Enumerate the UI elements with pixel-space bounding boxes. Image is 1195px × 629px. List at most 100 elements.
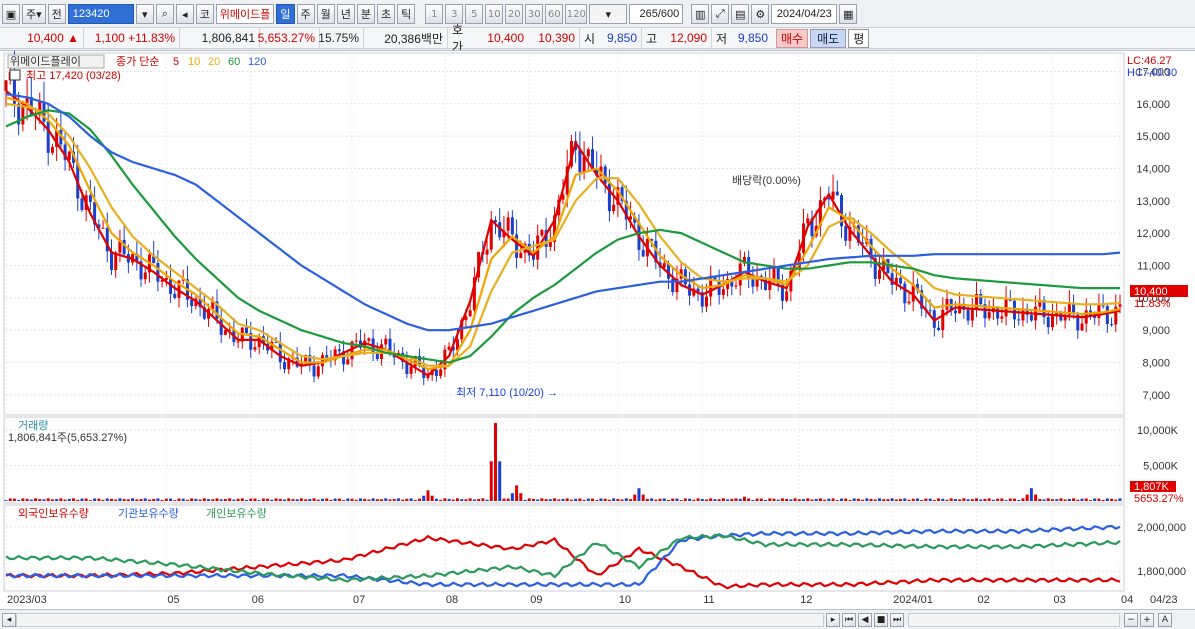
volume-bar bbox=[384, 498, 388, 501]
volume-bar bbox=[434, 498, 438, 501]
candle-body bbox=[409, 366, 413, 374]
volume-bar bbox=[654, 499, 658, 501]
legend-ma120: 120 bbox=[248, 56, 266, 68]
candle-body bbox=[937, 327, 941, 330]
period-tab-tick[interactable]: 틱 bbox=[397, 4, 416, 24]
volume-bar bbox=[291, 499, 295, 501]
candle-body bbox=[278, 342, 282, 363]
period-tab-year[interactable]: 년 bbox=[336, 4, 355, 24]
gear-icon[interactable]: ⚙ bbox=[751, 4, 770, 24]
zoom-slider[interactable] bbox=[908, 613, 1120, 627]
candle-icon[interactable]: ▥ bbox=[691, 4, 710, 24]
low-label: 저 bbox=[716, 31, 728, 46]
count-value: 265 bbox=[639, 8, 658, 20]
volume-bar bbox=[308, 499, 312, 501]
volume-bar bbox=[1080, 498, 1084, 501]
volume-bar bbox=[329, 499, 333, 501]
volume-bar bbox=[34, 498, 38, 501]
search-icon[interactable]: ⌕ bbox=[155, 4, 174, 24]
volume-bar bbox=[1063, 499, 1067, 501]
volume-bar bbox=[958, 499, 962, 501]
candle-body bbox=[173, 293, 177, 298]
period-tab-month[interactable]: 월 bbox=[316, 4, 335, 24]
stop-icon[interactable]: ■ bbox=[874, 613, 888, 627]
x-tick-label: 04 bbox=[1121, 594, 1133, 606]
fast-forward-icon[interactable]: ⏭ bbox=[890, 613, 904, 627]
period-tab-week[interactable]: 주 bbox=[296, 4, 315, 24]
period-tab-second[interactable]: 초 bbox=[377, 4, 396, 24]
volume-bar bbox=[477, 498, 481, 501]
calendar-icon[interactable]: ▦ bbox=[839, 4, 858, 24]
dropdown-icon[interactable]: ▾ bbox=[135, 4, 154, 24]
volume-bar bbox=[755, 498, 759, 501]
save-icon[interactable]: ▤ bbox=[731, 4, 750, 24]
candle-body bbox=[1110, 324, 1114, 326]
volume-bar bbox=[612, 498, 616, 501]
interval-60[interactable]: 60 bbox=[545, 4, 564, 24]
scroll-left-icon[interactable]: ◂ bbox=[2, 613, 16, 627]
sound-icon[interactable]: ◂ bbox=[175, 4, 194, 24]
volume-bar bbox=[1046, 498, 1050, 501]
interval-20[interactable]: 20 bbox=[505, 4, 524, 24]
candle-body bbox=[485, 249, 489, 255]
x-axis: 2023/03 05 06 07 08 09 10 11 12 2024/01 02 03 04 04/2… bbox=[7, 594, 1178, 606]
change-pct: +11.83% bbox=[128, 31, 175, 45]
candle-body bbox=[384, 338, 388, 345]
volume-bar bbox=[325, 498, 329, 501]
interval-10[interactable]: 10 bbox=[485, 4, 504, 24]
period-tab-day[interactable]: 일 bbox=[276, 4, 295, 24]
first-icon[interactable]: ⏮ bbox=[842, 613, 856, 627]
window-icon[interactable]: ▣ bbox=[2, 4, 20, 24]
time-scrollbar[interactable] bbox=[16, 613, 824, 627]
date-field[interactable]: 2024/04/23 bbox=[771, 4, 838, 24]
candle-body bbox=[899, 277, 903, 284]
volume-ratio: 5,653.27% bbox=[258, 28, 320, 48]
volume-bar bbox=[692, 499, 696, 501]
candle-body bbox=[375, 353, 379, 359]
volume-bar bbox=[190, 498, 194, 501]
eval-button[interactable]: 평 bbox=[848, 28, 870, 48]
buy-button[interactable]: 매수 bbox=[776, 28, 809, 48]
volume-bar bbox=[734, 498, 738, 501]
interval-1[interactable]: 1 bbox=[425, 4, 444, 24]
dividend-annotation: 배당락(0.00%) bbox=[732, 174, 801, 187]
x-tick-label: 03 bbox=[1053, 594, 1065, 606]
scroll-right-icon[interactable]: ▸ bbox=[826, 613, 840, 627]
volume-bar bbox=[1055, 499, 1059, 501]
candle-body bbox=[312, 365, 316, 377]
volume-bar bbox=[270, 499, 274, 501]
count-field[interactable]: 265/600 bbox=[629, 4, 684, 24]
kospi-icon[interactable]: 코 bbox=[195, 4, 214, 24]
chart-canvas[interactable]: 7,0008,0009,00010,00011,00012,00013,0001… bbox=[0, 51, 1195, 611]
market-select[interactable]: 전 bbox=[47, 4, 66, 24]
volume-bar bbox=[915, 498, 919, 501]
sell-button[interactable]: 매도 bbox=[810, 28, 847, 48]
volume-bar bbox=[856, 498, 860, 501]
volume-bar bbox=[890, 498, 894, 501]
volume-bar bbox=[388, 499, 392, 501]
fit-icon[interactable]: A bbox=[1158, 613, 1172, 627]
volume-bar bbox=[169, 498, 173, 501]
holdings-tick-label: 2,000,000 bbox=[1137, 522, 1186, 534]
x-tick-label: 09 bbox=[530, 594, 542, 606]
period-tab-minute[interactable]: 분 bbox=[356, 4, 376, 24]
volume-bar bbox=[709, 498, 713, 501]
volume-bar bbox=[1101, 499, 1105, 501]
x-tick-label: 10 bbox=[619, 594, 631, 606]
draw-icon[interactable]: ⤢ bbox=[711, 4, 730, 24]
interval-30[interactable]: 30 bbox=[525, 4, 544, 24]
volume-bar bbox=[88, 500, 92, 501]
volume-bar bbox=[996, 498, 1000, 501]
zoom-out-icon[interactable]: − bbox=[1124, 613, 1138, 627]
play-icon[interactable]: ◀ bbox=[858, 613, 872, 627]
stock-code-input[interactable]: 123420 bbox=[67, 4, 134, 24]
chart-type-select[interactable]: 주 ▾ bbox=[22, 4, 46, 24]
candle-body bbox=[316, 366, 320, 377]
interval-120[interactable]: 120 bbox=[565, 4, 588, 24]
holdings-tick-label: 1,800,000 bbox=[1137, 566, 1186, 578]
zoom-in-icon[interactable]: + bbox=[1140, 613, 1154, 627]
volume-bar bbox=[975, 498, 979, 501]
volume-bar bbox=[1021, 498, 1025, 501]
volume-bar bbox=[219, 499, 223, 501]
interval-custom-select[interactable]: ▾ bbox=[589, 4, 628, 24]
